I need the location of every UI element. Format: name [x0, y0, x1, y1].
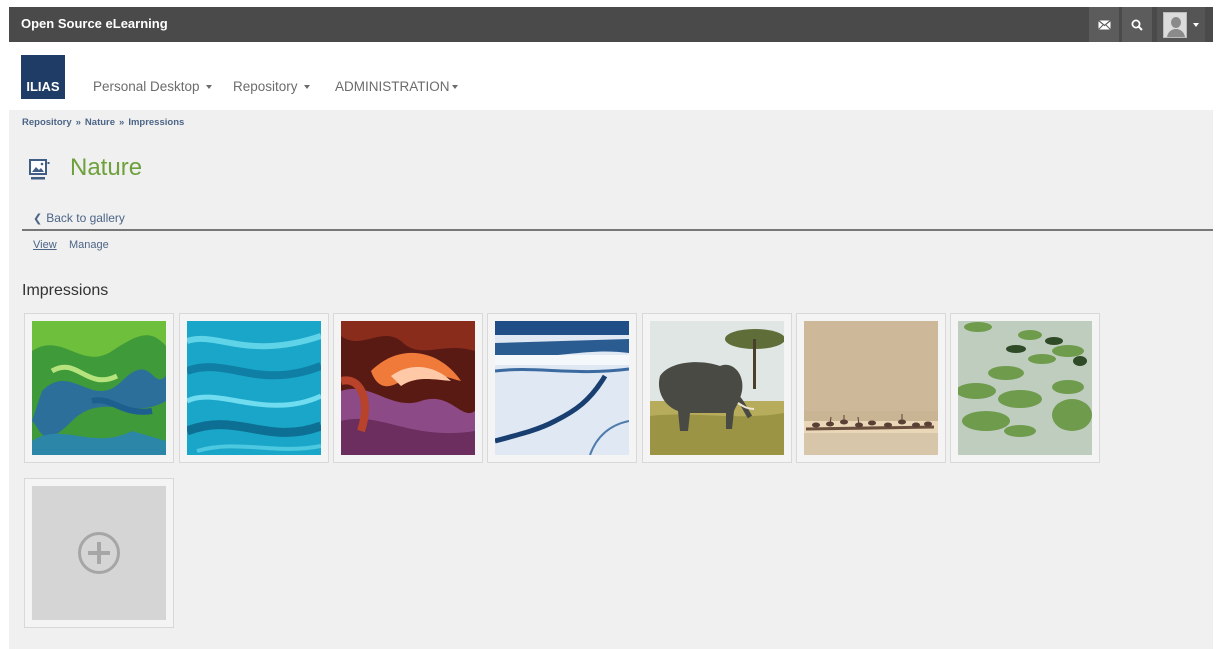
chevron-down-icon [451, 84, 458, 89]
tabs-divider [22, 229, 1213, 231]
nav-repository[interactable]: Repository [233, 79, 310, 94]
elephant-savanna-image [650, 321, 784, 455]
plus-circle-icon [78, 532, 120, 574]
breadcrumb: Repository» Nature» Impressions [22, 117, 184, 128]
ice-floe-crack-image [495, 321, 629, 455]
chevron-down-icon [205, 84, 212, 89]
gallery-tile[interactable] [642, 313, 792, 463]
add-placeholder [32, 486, 166, 620]
mail-icon[interactable] [1089, 7, 1119, 42]
back-to-gallery-link[interactable]: ❮ Back to gallery [33, 211, 125, 225]
water-lily-pads-image [958, 321, 1092, 455]
media-pool-icon [29, 159, 50, 180]
gallery-tile[interactable] [24, 313, 174, 463]
nav-repository-label: Repository [233, 79, 298, 94]
breadcrumb-nature[interactable]: Nature [85, 117, 115, 128]
gallery-tile[interactable] [950, 313, 1100, 463]
section-title: Impressions [22, 282, 109, 299]
breadcrumb-impressions[interactable]: Impressions [128, 117, 184, 128]
main-header: ILIAS Personal Desktop Repository ADMINI… [9, 42, 1213, 110]
breadcrumb-separator: » [75, 117, 81, 128]
nav-administration[interactable]: ADMINISTRATION [335, 79, 458, 94]
chevron-down-icon [303, 84, 310, 89]
gallery-tile[interactable] [179, 313, 329, 463]
flamingos-misty-lake-image [804, 321, 938, 455]
add-media-tile[interactable] [24, 478, 174, 628]
search-icon[interactable] [1122, 7, 1152, 42]
page-title: Nature [70, 154, 143, 181]
aerial-turquoise-water-image [187, 321, 321, 455]
nav-personal-desktop[interactable]: Personal Desktop [93, 79, 212, 94]
red-sandstone-canyon-image [341, 321, 475, 455]
gallery-tile[interactable] [333, 313, 483, 463]
chevron-down-icon [1193, 22, 1199, 27]
ilias-logo[interactable]: ILIAS [21, 55, 65, 99]
brand-title[interactable]: Open Source eLearning [21, 16, 168, 31]
breadcrumb-repository[interactable]: Repository [22, 117, 72, 128]
top-bar: Open Source eLearning [9, 7, 1213, 42]
app-frame: Open Source eLearning ILIAS Personal Des… [9, 7, 1213, 649]
subtab-view[interactable]: View [33, 239, 57, 251]
gallery-tile[interactable] [487, 313, 637, 463]
aerial-green-water-image [32, 321, 166, 455]
subtab-manage[interactable]: Manage [69, 239, 109, 251]
nav-personal-desktop-label: Personal Desktop [93, 79, 200, 94]
back-to-gallery-label: Back to gallery [46, 211, 125, 225]
avatar [1163, 11, 1187, 38]
nav-administration-label: ADMINISTRATION [335, 79, 450, 94]
breadcrumb-separator: » [119, 117, 125, 128]
gallery-tile[interactable] [796, 313, 946, 463]
chevron-left-icon: ❮ [33, 212, 43, 225]
user-menu[interactable] [1157, 7, 1205, 42]
